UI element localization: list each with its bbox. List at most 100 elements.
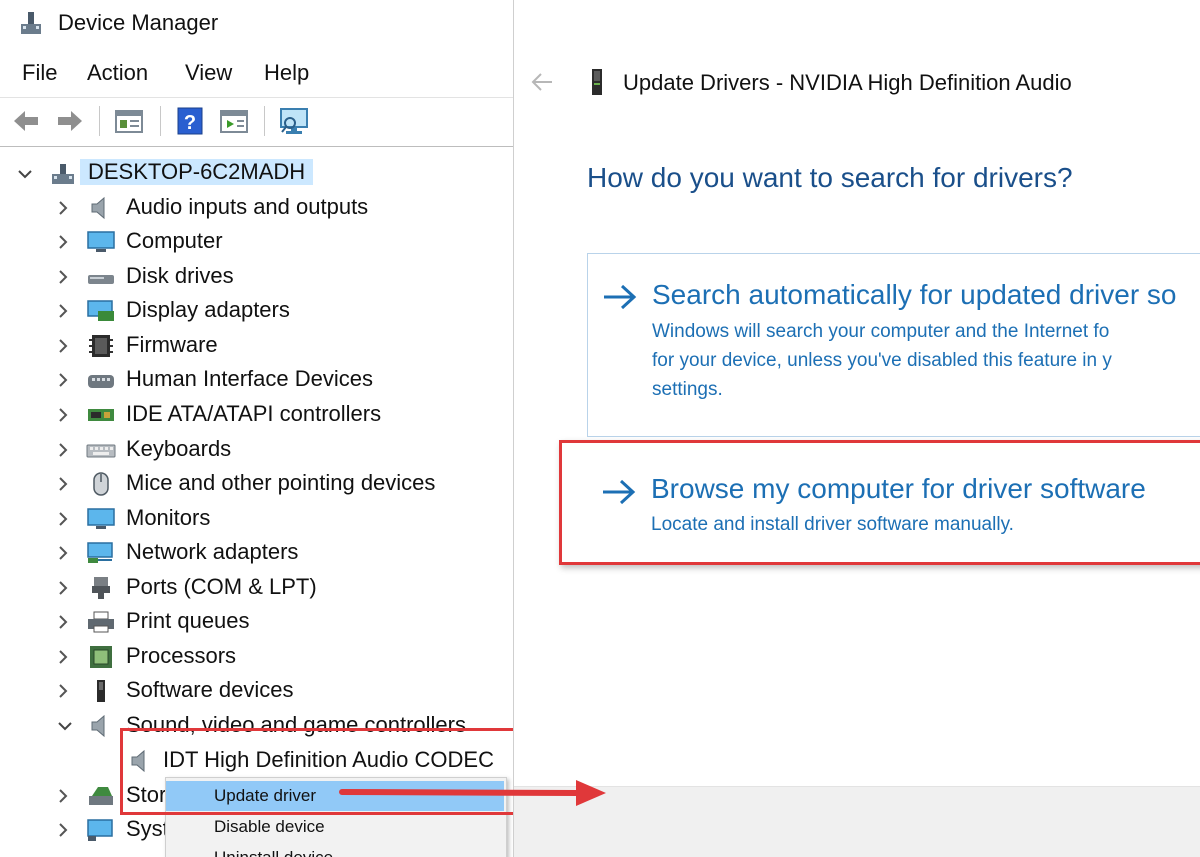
option-heading: Browse my computer for driver software	[651, 473, 1146, 504]
scan-hardware-icon[interactable]	[278, 106, 310, 136]
tree-item-label: Print queues	[126, 608, 250, 633]
chevron-right-icon[interactable]	[54, 820, 72, 840]
forward-arrow-icon[interactable]	[54, 106, 86, 136]
arrow-right-icon	[603, 479, 636, 505]
speaker-icon	[91, 714, 105, 738]
tree-item-processors[interactable]: Processors	[0, 640, 513, 674]
tree-item-mice[interactable]: Mice and other pointing devices	[0, 467, 513, 501]
tree-item-label: Monitors	[126, 505, 211, 530]
monitor-icon	[87, 508, 115, 529]
menu-item-label: Disable device	[214, 817, 325, 836]
chevron-down-icon[interactable]	[56, 716, 74, 736]
chevron-right-icon[interactable]	[54, 267, 72, 287]
tree-item-label: IDE ATA/ATAPI controllers	[126, 401, 382, 426]
computer-icon	[87, 231, 115, 252]
port-icon	[92, 577, 110, 599]
tree-item-label: Disk drives	[126, 263, 234, 288]
chevron-right-icon[interactable]	[54, 578, 72, 598]
tree-item-print-queues[interactable]: Print queues	[0, 605, 513, 639]
chevron-right-icon[interactable]	[54, 440, 72, 460]
context-menu: Update driver Disable device Uninstall d…	[165, 777, 507, 857]
tree-item-label: Stor	[126, 782, 167, 807]
dialog-question: How do you want to search for drivers?	[587, 162, 1073, 193]
tree-item-ports[interactable]: Ports (COM & LPT)	[0, 571, 513, 605]
toolbar-separator	[99, 106, 100, 136]
speaker-icon	[131, 749, 145, 773]
tree-item-label: Audio inputs and outputs	[126, 194, 369, 219]
menu-help[interactable]: Help	[264, 60, 309, 86]
mouse-icon	[93, 472, 109, 496]
option-description: Locate and install driver software manua…	[651, 510, 1014, 539]
tree-item-monitors[interactable]: Monitors	[0, 502, 513, 536]
back-arrow-icon[interactable]	[10, 106, 42, 136]
tree-item-audio-inputs[interactable]: Audio inputs and outputs	[0, 191, 513, 225]
arrow-right-icon	[604, 284, 637, 310]
computer-root-icon	[52, 164, 74, 184]
menu-item-disable-device[interactable]: Disable device	[166, 812, 504, 842]
menu-bar: File Action View Help	[0, 58, 513, 90]
tree-item-label: Ports (COM & LPT)	[126, 574, 317, 599]
menu-file[interactable]: File	[22, 60, 57, 86]
tree-item-computer[interactable]: Computer	[0, 225, 513, 259]
chevron-right-icon[interactable]	[54, 474, 72, 494]
chevron-right-icon[interactable]	[54, 647, 72, 667]
chevron-right-icon[interactable]	[54, 336, 72, 356]
storage-controller-icon	[89, 787, 113, 805]
tree-item-network-adapters[interactable]: Network adapters	[0, 536, 513, 570]
tree-item-label: Syst	[126, 816, 169, 841]
option-description-line: settings.	[652, 379, 723, 400]
tree-item-idt-codec[interactable]: IDT High Definition Audio CODEC	[0, 744, 513, 778]
tree-item-software-devices[interactable]: Software devices	[0, 674, 513, 708]
tree-root[interactable]: DESKTOP-6C2MADH	[0, 157, 513, 191]
menu-view[interactable]: View	[185, 60, 232, 86]
browse-computer-option[interactable]: Browse my computer for driver software L…	[587, 437, 1200, 562]
tree-item-hid[interactable]: Human Interface Devices	[0, 363, 513, 397]
window-title: Device Manager	[58, 10, 219, 35]
tree-item-keyboards[interactable]: Keyboards	[0, 433, 513, 467]
tree-item-disk-drives[interactable]: Disk drives	[0, 260, 513, 294]
menu-action[interactable]: Action	[87, 60, 148, 86]
menu-item-uninstall-device[interactable]: Uninstall device	[166, 843, 504, 857]
help-icon[interactable]: ?	[174, 106, 206, 136]
chevron-right-icon[interactable]	[54, 681, 72, 701]
menu-item-update-driver[interactable]: Update driver	[166, 781, 504, 811]
back-arrow-icon[interactable]	[528, 68, 556, 96]
chevron-right-icon[interactable]	[54, 543, 72, 563]
chevron-right-icon[interactable]	[54, 612, 72, 632]
tree-item-display-adapters[interactable]: Display adapters	[0, 294, 513, 328]
tree-item-label: Sound, video and game controllers	[126, 712, 466, 737]
firmware-icon	[89, 335, 113, 357]
menu-item-label: Uninstall device	[214, 848, 333, 857]
title-bar: Device Manager	[0, 0, 513, 46]
tree-item-label: Software devices	[126, 677, 294, 702]
option-description: Windows will search your computer and th…	[652, 317, 1112, 404]
device-manager-window: Device Manager File Action View Help ? D…	[0, 0, 514, 857]
speaker-icon	[91, 196, 105, 220]
chevron-down-icon[interactable]	[16, 164, 34, 184]
audio-device-icon	[592, 69, 602, 95]
device-tree: DESKTOP-6C2MADH Audio inputs and outputs…	[0, 152, 513, 857]
chevron-right-icon[interactable]	[54, 509, 72, 529]
dialog-title: Update Drivers - NVIDIA High Definition …	[623, 70, 1072, 95]
dialog-footer	[514, 786, 1200, 857]
tree-item-label: Keyboards	[126, 436, 232, 461]
chevron-right-icon[interactable]	[54, 786, 72, 806]
chevron-right-icon[interactable]	[54, 198, 72, 218]
search-automatically-option[interactable]: Search automatically for updated driver …	[587, 253, 1200, 437]
disk-drive-icon	[88, 275, 114, 284]
tree-item-ide-controllers[interactable]: IDE ATA/ATAPI controllers	[0, 398, 513, 432]
option-description-line: for your device, unless you've disabled …	[652, 350, 1112, 371]
option-description-line: Locate and install driver software manua…	[651, 514, 1014, 535]
tree-item-label: Display adapters	[126, 297, 290, 322]
chevron-right-icon[interactable]	[54, 232, 72, 252]
hid-icon	[88, 375, 114, 388]
chevron-right-icon[interactable]	[54, 370, 72, 390]
properties-icon[interactable]	[113, 106, 145, 136]
update-driver-icon[interactable]	[218, 106, 250, 136]
tree-item-firmware[interactable]: Firmware	[0, 329, 513, 363]
toolbar: ?	[0, 97, 513, 147]
chevron-right-icon[interactable]	[54, 301, 72, 321]
tree-item-sound-video-game[interactable]: Sound, video and game controllers	[0, 709, 513, 743]
processor-icon	[90, 646, 112, 668]
chevron-right-icon[interactable]	[54, 405, 72, 425]
